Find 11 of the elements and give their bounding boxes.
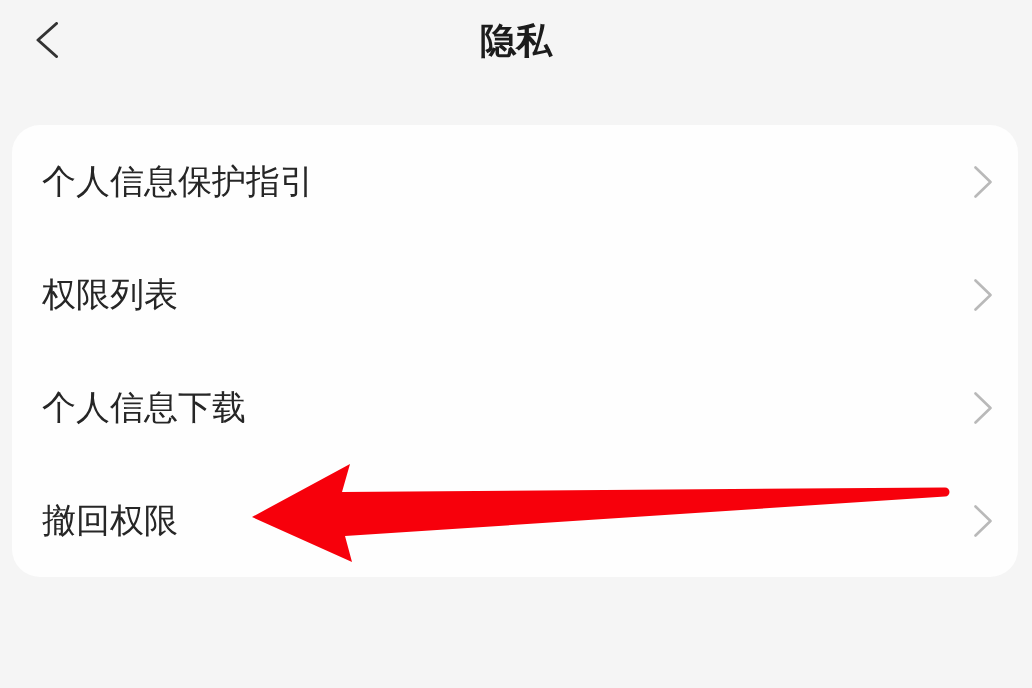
back-icon	[36, 22, 58, 58]
settings-row[interactable]: 个人信息保护指引	[12, 125, 1018, 238]
chevron-right-icon	[974, 504, 992, 537]
chevron-right-icon	[974, 165, 992, 198]
settings-row[interactable]: 个人信息下载	[12, 351, 1018, 464]
back-button[interactable]	[36, 22, 58, 58]
chevron-right-icon	[974, 278, 992, 311]
settings-row[interactable]: 权限列表	[12, 238, 1018, 351]
page-title: 隐私	[480, 19, 552, 63]
settings-row[interactable]: 撤回权限	[12, 464, 1018, 577]
chevron-right-icon	[974, 391, 992, 424]
